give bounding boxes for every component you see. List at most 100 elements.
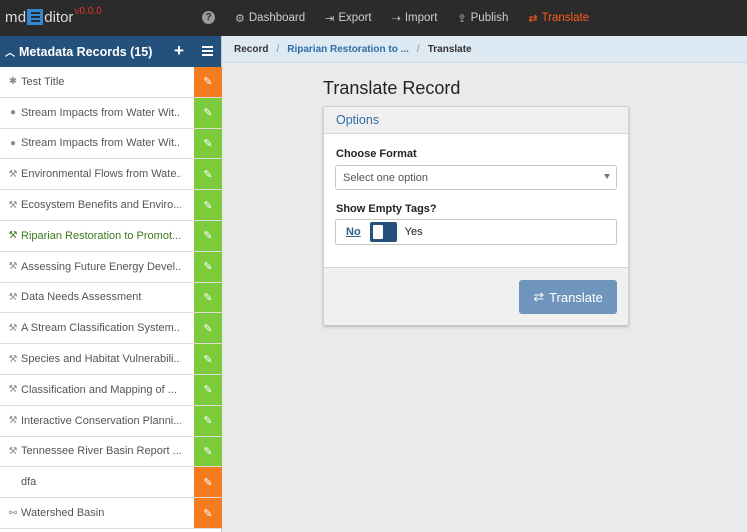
breadcrumb-separator: / — [276, 43, 280, 55]
wrench-icon: ⚒ — [8, 415, 18, 427]
add-record-icon[interactable]: + — [174, 42, 184, 59]
top-navbar: md ditor v0.0.0 ? ⚙ Dashboard ⇥ Export ⇢ Impo… — [0, 0, 747, 36]
record-item[interactable]: ⚯ Watershed Basin ✎ — [0, 498, 222, 529]
help-icon[interactable]: ? — [202, 11, 215, 24]
toggle-no-option[interactable]: No — [346, 226, 361, 238]
pencil-icon[interactable]: ✎ — [194, 190, 222, 220]
options-panel: Options Choose Format Select one option … — [323, 106, 629, 325]
pencil-icon[interactable]: ✎ — [194, 405, 222, 436]
pencil-icon[interactable]: ✎ — [194, 220, 222, 251]
pencil-icon[interactable]: ✎ — [194, 251, 222, 282]
toggle-knob — [372, 225, 383, 239]
pencil-icon[interactable]: ✎ — [194, 128, 222, 159]
nav-label: Translate — [541, 12, 590, 24]
record-item[interactable]: ⚒ Data Needs Assessment ✎ — [0, 282, 222, 314]
toggle-switch[interactable] — [369, 222, 397, 242]
record-label: Species and Habitat Vulnerabili... — [21, 353, 181, 366]
record-item[interactable]: ⚒ Interactive Conservation Planni... ✎ — [0, 405, 222, 437]
record-label: dfa — [21, 476, 37, 489]
record-label: Ecosystem Benefits and Enviro... — [21, 199, 181, 212]
breadcrumb-current: Translate — [427, 43, 472, 55]
export-icon: ⇥ — [325, 12, 335, 25]
brand[interactable]: md ditor v0.0.0 ? — [0, 0, 222, 36]
wrench-icon: ⚒ — [8, 291, 18, 303]
record-label: Stream Impacts from Water Wit... — [21, 137, 181, 150]
record-item[interactable]: ✱ Test Title ✎ — [0, 67, 222, 98]
pencil-icon[interactable]: ✎ — [194, 344, 222, 374]
wrench-icon: ⚒ — [8, 199, 18, 211]
pencil-icon[interactable]: ✎ — [194, 374, 222, 405]
nav-dashboard[interactable]: ⚙ Dashboard — [235, 12, 305, 25]
nav-translate[interactable]: ⇄ Translate — [528, 12, 589, 25]
app-logo[interactable]: md ditor v0.0.0 — [5, 5, 102, 27]
record-label: Classification and Mapping of ... — [21, 383, 177, 396]
record-item[interactable]: ⚒ Tennessee River Basin Report ... ✎ — [0, 436, 222, 468]
record-list: ✱ Test Title ✎ ● Stream Impacts from Water W… — [0, 67, 222, 529]
record-item[interactable]: ⚒ Environmental Flows from Wate... ✎ — [0, 159, 222, 191]
translate-button-label: Translate — [549, 289, 603, 305]
breadcrumb-record-title[interactable]: Riparian Restoration to ... — [287, 44, 409, 55]
record-item[interactable]: ⚒ Ecosystem Benefits and Enviro... ✎ — [0, 190, 222, 221]
import-icon: ⇢ — [391, 12, 401, 25]
pencil-icon[interactable]: ✎ — [194, 313, 222, 344]
nav-export[interactable]: ⇥ Export — [325, 12, 371, 25]
caret-down-icon — [604, 174, 610, 179]
empty-tags-toggle[interactable]: No Yes — [335, 219, 617, 245]
record-label: Data Needs Assessment — [21, 291, 142, 304]
wrench-icon: ⚒ — [8, 261, 18, 273]
pencil-icon[interactable]: ✎ — [194, 159, 222, 190]
pencil-icon[interactable]: ✎ — [194, 282, 222, 313]
record-label: Interactive Conservation Planni... — [21, 414, 181, 427]
wrench-icon: ⚒ — [8, 230, 18, 242]
record-label: Tennessee River Basin Report ... — [21, 445, 181, 458]
breadcrumb-record[interactable]: Record — [234, 44, 268, 55]
retweet-icon: ⇄ — [533, 289, 545, 304]
record-label: Test Title — [21, 75, 65, 88]
wrench-icon: ⚒ — [8, 445, 18, 457]
sidebar-title: Metadata Records (15) — [19, 44, 153, 59]
choose-format-label: Choose Format — [336, 148, 417, 160]
nav-label: Import — [404, 12, 438, 24]
nav-label: Export — [338, 12, 372, 24]
pencil-icon[interactable]: ✎ — [194, 97, 222, 128]
record-item[interactable]: ⚒ A Stream Classification System... ✎ — [0, 313, 222, 345]
record-item[interactable]: ⚒ Assessing Future Energy Devel... ✎ — [0, 251, 222, 283]
brand-version: v0.0.0 — [74, 5, 102, 17]
pencil-icon[interactable]: ✎ — [194, 67, 222, 97]
wrench-icon: ⚒ — [8, 322, 18, 334]
pencil-icon[interactable]: ✎ — [194, 467, 222, 498]
record-item[interactable]: ● Stream Impacts from Water Wit... ✎ — [0, 128, 222, 160]
record-item[interactable]: ⚒ Riparian Restoration to Promot... ✎ — [0, 220, 222, 252]
record-item[interactable]: ⚒ Classification and Mapping of ... ✎ — [0, 374, 222, 406]
pencil-icon[interactable]: ✎ — [194, 436, 222, 467]
brand-suffix: ditor — [44, 8, 74, 26]
breadcrumb-separator: / — [416, 43, 420, 55]
pencil-icon[interactable]: ✎ — [194, 498, 222, 528]
nav-import[interactable]: ⇢ Import — [392, 12, 438, 25]
record-item[interactable]: ● Stream Impacts from Water Wit... ✎ — [0, 97, 222, 129]
brand-prefix: md — [5, 8, 27, 26]
sitemap-icon: ⚯ — [8, 507, 18, 519]
panel-footer: ⇄ Translate — [324, 267, 628, 325]
wrench-icon: ⚒ — [8, 168, 18, 180]
record-label: A Stream Classification System... — [21, 322, 181, 335]
publish-icon: ⇪ — [457, 12, 467, 25]
translate-button[interactable]: ⇄ Translate — [519, 280, 617, 314]
translate-icon: ⇄ — [528, 12, 538, 25]
main-nav: ⚙ Dashboard ⇥ Export ⇢ Import ⇪ Publish ⇄ Transla… — [222, 0, 596, 36]
sidebar-header[interactable]: ︿ Metadata Records (15) + — [0, 36, 221, 67]
dashboard-icon: ⚙ — [235, 12, 245, 25]
page-title: Translate Record — [323, 78, 461, 98]
record-item[interactable]: ⚒ Species and Habitat Vulnerabili... ✎ — [0, 344, 222, 375]
globe-icon: ● — [9, 137, 17, 149]
nav-publish[interactable]: ⇪ Publish — [457, 12, 508, 25]
globe-icon: ● — [9, 107, 17, 119]
android-icon: ✱ — [8, 76, 18, 88]
wrench-icon: ⚒ — [8, 384, 18, 396]
chevron-up-icon[interactable]: ︿ — [5, 44, 15, 59]
toggle-yes-option[interactable]: Yes — [405, 226, 423, 238]
nav-label: Publish — [470, 12, 509, 24]
format-select[interactable]: Select one option — [335, 165, 617, 190]
list-icon[interactable] — [202, 46, 213, 58]
record-item[interactable]: dfa ✎ — [0, 467, 222, 499]
